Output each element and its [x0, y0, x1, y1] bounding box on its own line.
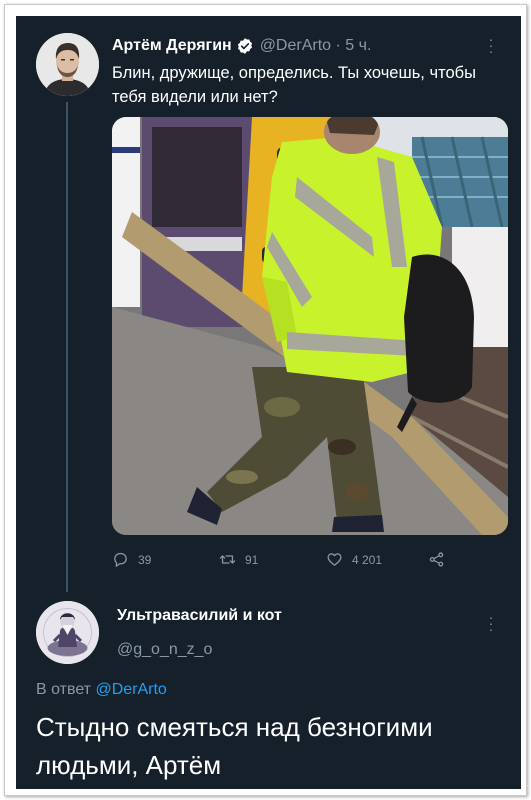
- retweet-action[interactable]: 91: [219, 551, 258, 568]
- replying-to: В ответ @DerArto: [36, 681, 167, 699]
- heart-icon: [327, 553, 342, 566]
- handle-text: @DerArto: [259, 37, 332, 54]
- retweet-count: 91: [245, 552, 259, 567]
- like-count: 4 201: [352, 552, 383, 567]
- verified-badge-icon: [237, 38, 252, 54]
- reply-count: 39: [138, 552, 152, 567]
- like-action[interactable]: 4 201: [326, 551, 382, 568]
- reply-author-avatar[interactable]: [36, 601, 99, 664]
- more-options-icon[interactable]: · · ·: [486, 610, 496, 636]
- tweet-text: Блин, дружище, определись. Ты хочешь, чт…: [112, 64, 476, 106]
- author-name[interactable]: Артём Дерягин: [112, 37, 232, 55]
- meditating-figure-icon: [36, 601, 99, 664]
- separator: ·: [331, 37, 346, 54]
- author-avatar[interactable]: [36, 33, 99, 96]
- man-portrait-icon: [36, 33, 99, 96]
- reply-action[interactable]: 39: [112, 551, 151, 568]
- tweet-photo[interactable]: [112, 117, 508, 535]
- reply-icon: [114, 552, 127, 567]
- author-handle[interactable]: @DerArto · 5 ч.: [260, 37, 372, 55]
- reply-author-handle[interactable]: @g_o_n_z_o: [117, 641, 212, 659]
- tweet-actions: 39 91 4 201: [112, 551, 472, 571]
- reply-text: Стыдно смеяться над безногими людьми, Ар…: [36, 712, 433, 780]
- share-icon: [429, 552, 444, 567]
- reply-mention-link[interactable]: @DerArto: [95, 681, 166, 698]
- thread-line: [66, 102, 68, 592]
- image-frame: Артём Дерягин @DerArto · 5 ч. · · · Блин, …: [4, 4, 527, 796]
- photo-image: [112, 117, 508, 535]
- reply-prefix: В ответ: [36, 681, 96, 698]
- reply-author-name[interactable]: Ультравасилий и кот: [117, 607, 282, 625]
- share-action[interactable]: [428, 551, 454, 568]
- tweet-thread: Артём Дерягин @DerArto · 5 ч. · · · Блин, …: [16, 16, 521, 789]
- more-options-icon[interactable]: · · ·: [486, 32, 496, 58]
- tweet-header: Артём Дерягин @DerArto · 5 ч.: [112, 35, 371, 57]
- retweet-icon: [219, 555, 236, 564]
- tweet-time[interactable]: 5 ч.: [345, 37, 371, 54]
